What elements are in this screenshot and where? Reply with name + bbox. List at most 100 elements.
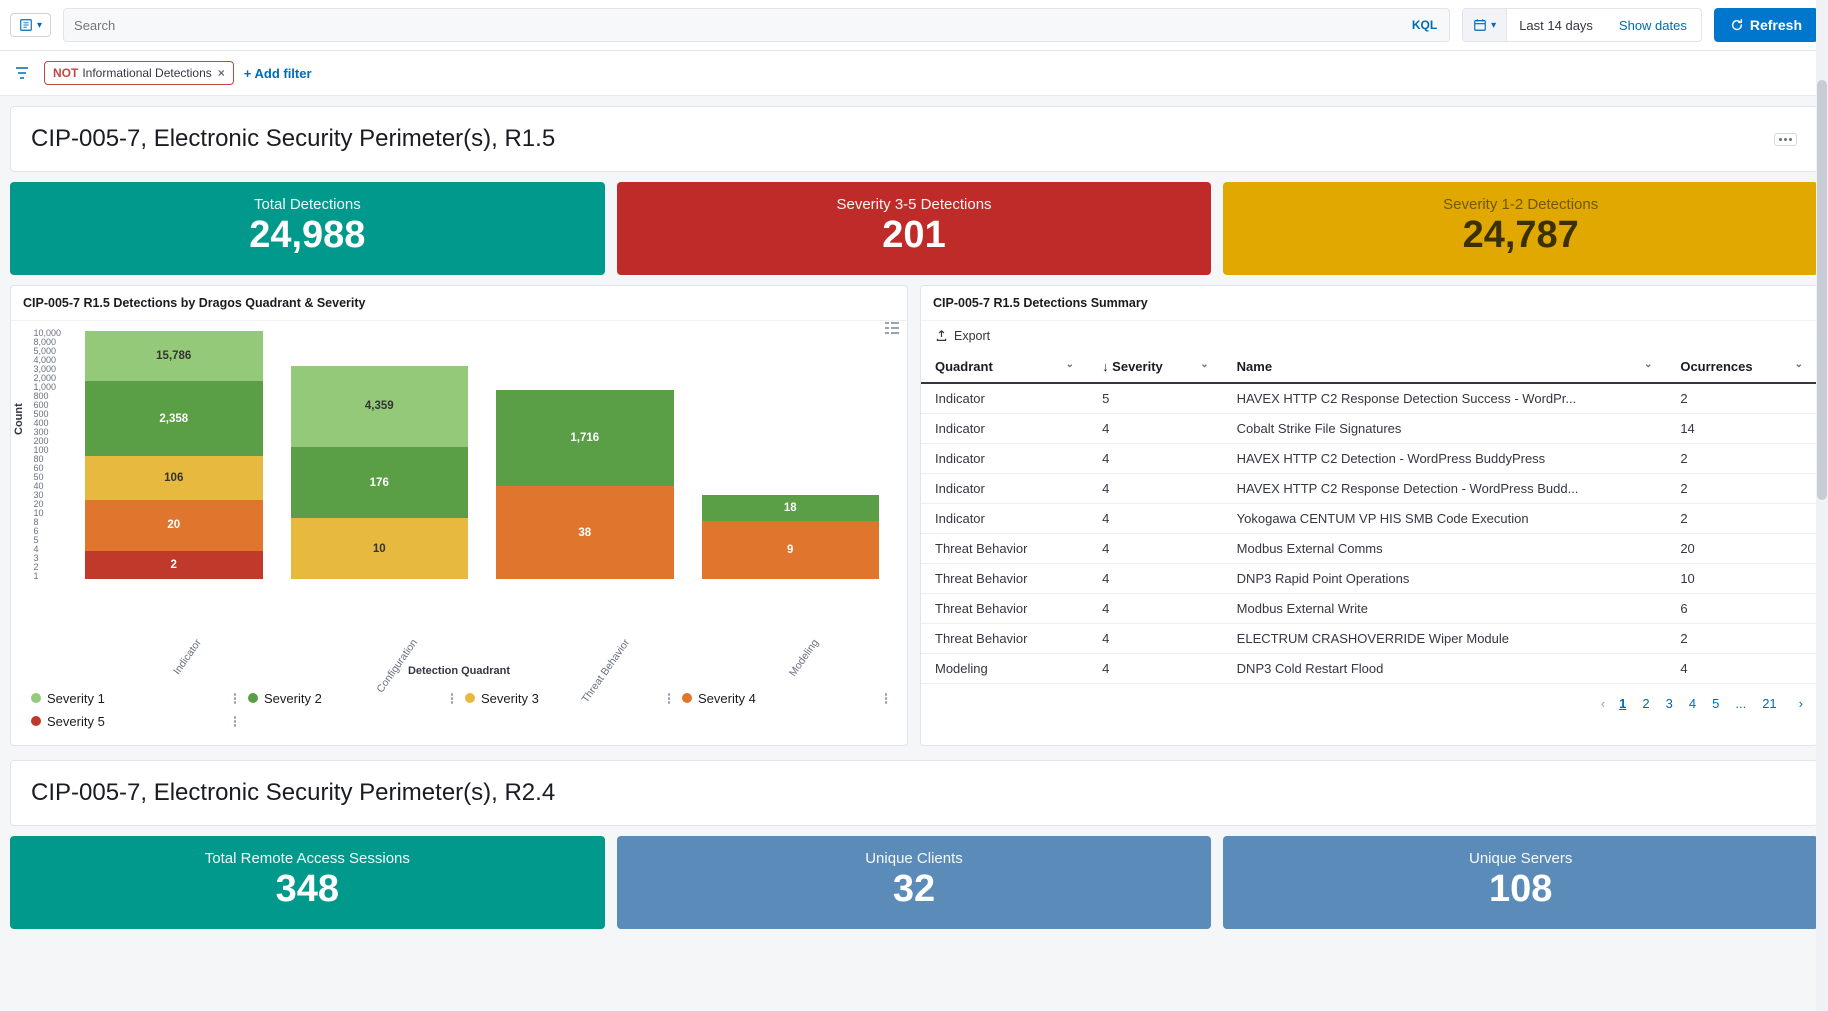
- table-row[interactable]: Indicator4HAVEX HTTP C2 Response Detecti…: [921, 473, 1817, 503]
- cell-occurrences: 2: [1666, 623, 1817, 653]
- kpi-value: 24,787: [1233, 215, 1808, 257]
- remove-filter-icon[interactable]: ×: [218, 66, 225, 80]
- vertical-scrollbar[interactable]: [1816, 0, 1828, 1011]
- legend-toggle-icon[interactable]: [885, 322, 899, 337]
- cell-quadrant: Modeling: [921, 653, 1088, 683]
- bar-segment[interactable]: 176: [291, 447, 469, 519]
- cell-occurrences: 2: [1666, 443, 1817, 473]
- scrollbar-thumb[interactable]: [1817, 80, 1827, 500]
- table-row[interactable]: Threat Behavior4ELECTRUM CRASHOVERRIDE W…: [921, 623, 1817, 653]
- legend-options-icon[interactable]: [234, 716, 237, 727]
- kpi-unique-servers[interactable]: Unique Servers 108: [1223, 836, 1818, 929]
- table-row[interactable]: Indicator5HAVEX HTTP C2 Response Detecti…: [921, 383, 1817, 414]
- legend-item[interactable]: Severity 4: [676, 687, 893, 710]
- chevron-down-icon[interactable]: ⌄: [1795, 359, 1803, 370]
- table-row[interactable]: Indicator4HAVEX HTTP C2 Detection - Word…: [921, 443, 1817, 473]
- x-axis-label: Detection Quadrant: [11, 665, 907, 677]
- table-title: CIP-005-7 R1.5 Detections Summary: [921, 286, 1817, 321]
- legend-label: Severity 4: [698, 691, 756, 706]
- column-header[interactable]: Quadrant⌄: [921, 351, 1088, 383]
- chevron-down-icon[interactable]: ⌄: [1200, 359, 1208, 370]
- cell-name: DNP3 Rapid Point Operations: [1223, 563, 1667, 593]
- bar-segment[interactable]: 9: [702, 521, 880, 579]
- show-dates-link[interactable]: Show dates: [1605, 18, 1701, 33]
- legend-label: Severity 3: [481, 691, 539, 706]
- table-row[interactable]: Threat Behavior4Modbus External Write6: [921, 593, 1817, 623]
- cell-quadrant: Threat Behavior: [921, 533, 1088, 563]
- cell-quadrant: Indicator: [921, 503, 1088, 533]
- cell-occurrences: 4: [1666, 653, 1817, 683]
- cell-severity: 4: [1088, 623, 1223, 653]
- kpi-unique-clients[interactable]: Unique Clients 32: [617, 836, 1212, 929]
- kpi-remote-sessions[interactable]: Total Remote Access Sessions 348: [10, 836, 605, 929]
- table-row[interactable]: Indicator4Yokogawa CENTUM VP HIS SMB Cod…: [921, 503, 1817, 533]
- bar-segment[interactable]: 106: [85, 456, 263, 500]
- date-range-text[interactable]: Last 14 days: [1507, 18, 1605, 33]
- legend-item[interactable]: Severity 2: [242, 687, 459, 710]
- export-button[interactable]: Export: [921, 321, 1817, 351]
- pager-page[interactable]: 5: [1708, 694, 1723, 713]
- pager-page[interactable]: 3: [1662, 694, 1677, 713]
- calendar-button[interactable]: ▾: [1463, 9, 1507, 41]
- bars-container: 15,7862,358106202Indicator4,35917610Conf…: [65, 329, 899, 579]
- cell-name: Modbus External Comms: [1223, 533, 1667, 563]
- table-row[interactable]: Threat Behavior4Modbus External Comms20: [921, 533, 1817, 563]
- legend-item[interactable]: Severity 5: [25, 710, 242, 733]
- table-row[interactable]: Indicator4Cobalt Strike File Signatures1…: [921, 413, 1817, 443]
- section-title: CIP-005-7, Electronic Security Perimeter…: [31, 125, 555, 153]
- cell-occurrences: 2: [1666, 503, 1817, 533]
- chevron-down-icon[interactable]: ⌄: [1066, 359, 1074, 370]
- cell-severity: 4: [1088, 443, 1223, 473]
- bar-segment[interactable]: 20: [85, 500, 263, 551]
- bar-segment[interactable]: 15,786: [85, 331, 263, 381]
- bar-segment[interactable]: 18: [702, 495, 880, 521]
- cell-name: Modbus External Write: [1223, 593, 1667, 623]
- pager-page[interactable]: 1: [1615, 694, 1630, 713]
- pager-prev-icon[interactable]: ‹: [1601, 696, 1605, 711]
- top-toolbar: ▾ KQL ▾ Last 14 days Show dates Refresh: [0, 0, 1828, 51]
- legend-label: Severity 1: [47, 691, 105, 706]
- legend-label: Severity 2: [264, 691, 322, 706]
- refresh-button[interactable]: Refresh: [1714, 8, 1818, 42]
- chevron-down-icon[interactable]: ⌄: [1644, 359, 1652, 370]
- pager-page[interactable]: 21: [1758, 694, 1780, 713]
- bar-segment[interactable]: 10: [291, 518, 469, 579]
- bar-segment[interactable]: 2: [85, 551, 263, 579]
- kpi-total-detections[interactable]: Total Detections 24,988: [10, 182, 605, 275]
- kpi-sev35-detections[interactable]: Severity 3-5 Detections 201: [617, 182, 1212, 275]
- cell-occurrences: 6: [1666, 593, 1817, 623]
- column-header[interactable]: Name⌄: [1223, 351, 1667, 383]
- legend-options-icon[interactable]: [668, 693, 671, 704]
- cell-name: Yokogawa CENTUM VP HIS SMB Code Executio…: [1223, 503, 1667, 533]
- add-filter-link[interactable]: + Add filter: [244, 66, 312, 81]
- kpi-label: Unique Servers: [1233, 850, 1808, 867]
- legend-options-icon[interactable]: [451, 693, 454, 704]
- chart-legend: Severity 1 Severity 2 Severity 3 Severity 4…: [11, 677, 907, 745]
- table-row[interactable]: Modeling4DNP3 Cold Restart Flood4: [921, 653, 1817, 683]
- kpi-label: Severity 3-5 Detections: [627, 196, 1202, 213]
- legend-options-icon[interactable]: [234, 693, 237, 704]
- search-input[interactable]: [64, 18, 1400, 33]
- pager-page[interactable]: 4: [1685, 694, 1700, 713]
- pager-next-icon[interactable]: ›: [1799, 696, 1803, 711]
- pager-page[interactable]: 2: [1638, 694, 1653, 713]
- bar-segment[interactable]: 2,358: [85, 381, 263, 456]
- kpi-label: Unique Clients: [627, 850, 1202, 867]
- table-row[interactable]: Threat Behavior4DNP3 Rapid Point Operati…: [921, 563, 1817, 593]
- bar-segment[interactable]: 1,716: [496, 390, 674, 486]
- chart-title: CIP-005-7 R1.5 Detections by Dragos Quad…: [11, 286, 907, 321]
- column-header[interactable]: Ocurrences⌄: [1666, 351, 1817, 383]
- kql-badge[interactable]: KQL: [1400, 18, 1449, 32]
- bar-segment[interactable]: 4,359: [291, 366, 469, 447]
- cell-severity: 4: [1088, 563, 1223, 593]
- legend-item[interactable]: Severity 1: [25, 687, 242, 710]
- bar-segment[interactable]: 38: [496, 486, 674, 578]
- query-menu-button[interactable]: ▾: [10, 13, 51, 37]
- column-header[interactable]: ↓ Severity⌄: [1088, 351, 1223, 383]
- legend-options-icon[interactable]: [885, 693, 888, 704]
- panel-options-icon[interactable]: [1774, 133, 1797, 146]
- filter-settings-icon[interactable]: [10, 61, 34, 85]
- filter-pill-informational[interactable]: NOT Informational Detections ×: [44, 61, 234, 85]
- legend-item[interactable]: Severity 3: [459, 687, 676, 710]
- kpi-sev12-detections[interactable]: Severity 1-2 Detections 24,787: [1223, 182, 1818, 275]
